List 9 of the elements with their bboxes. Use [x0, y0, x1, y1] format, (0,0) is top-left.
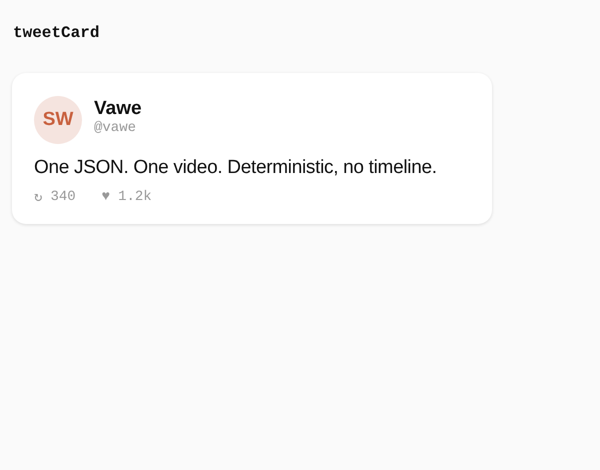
repost-icon: ↻: [34, 189, 42, 206]
stat-count: 1.2k: [118, 189, 152, 206]
heart-icon: ♥: [102, 189, 110, 206]
author-handle: @vawe: [94, 120, 138, 136]
stat-count: 340: [50, 189, 76, 206]
tweet-text: One JSON. One video. Deterministic, no timeline.: [34, 156, 438, 180]
author-name: Vawe: [94, 98, 142, 120]
avatar: SW: [34, 96, 82, 144]
section-heading: tweetCard: [13, 23, 100, 44]
